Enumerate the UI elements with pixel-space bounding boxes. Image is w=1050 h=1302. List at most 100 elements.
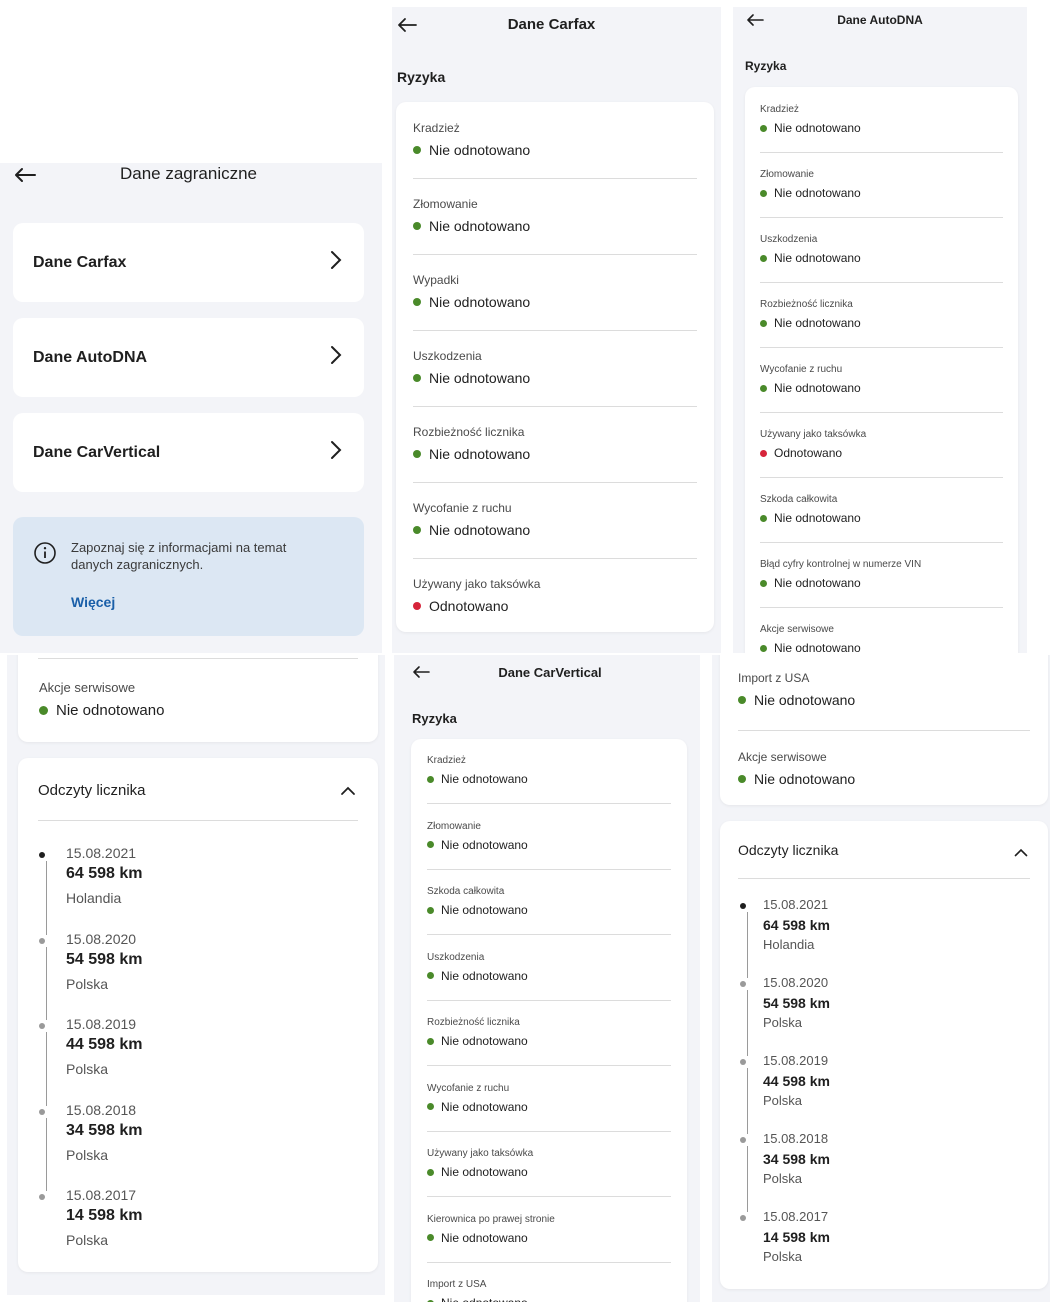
risk-value: Nie odnotowano [413, 142, 530, 158]
risk-value: Nie odnotowano [760, 316, 861, 330]
status-dot [413, 146, 421, 154]
chevron-up-icon[interactable] [1014, 844, 1028, 862]
status-dot [413, 450, 421, 458]
timeline-dot [740, 981, 746, 987]
risk-value-text: Nie odnotowano [774, 251, 861, 265]
nav-item-carvertical[interactable]: Dane CarVertical [13, 413, 364, 492]
risk-value-text: Nie odnotowano [774, 576, 861, 590]
divider [760, 542, 1003, 543]
chevron-up-icon[interactable] [340, 783, 356, 801]
divider [427, 1261, 671, 1263]
reading-date: 15.08.2018 [763, 1131, 829, 1146]
reading-date: 15.08.2019 [763, 1053, 829, 1068]
risk-value: Nie odnotowano [738, 771, 855, 787]
reading-date: 15.08.2020 [66, 930, 137, 947]
more-link[interactable]: Więcej [71, 594, 115, 610]
timeline-dot [39, 1194, 45, 1200]
risk-label: Wycofanie z ruchu [413, 501, 512, 515]
risk-value-text: Nie odnotowano [441, 1230, 528, 1245]
status-dot [760, 384, 767, 392]
risk-value-text: Nie odnotowano [441, 1034, 528, 1048]
risk-value: Nie odnotowano [427, 1296, 528, 1302]
status-dot [760, 644, 767, 652]
status-dot [413, 602, 421, 610]
back-arrow-icon[interactable] [14, 167, 36, 183]
reading-km: 64 598 km [66, 865, 143, 882]
risk-value-text: Nie odnotowano [429, 522, 531, 538]
risk-label: Import z USA [738, 671, 810, 685]
divider [427, 803, 671, 804]
reading-country: Holandia [763, 937, 815, 952]
status-dot [427, 775, 434, 783]
reading-km: 44 598 km [763, 1073, 830, 1089]
risk-value: Nie odnotowano [760, 511, 861, 525]
risk-value: Odnotowano [760, 446, 842, 460]
reading-km: 34 598 km [66, 1121, 143, 1139]
risk-label: Złomowanie [413, 197, 478, 211]
reading-km: 14 598 km [66, 1207, 143, 1224]
risk-value-text: Nie odnotowano [774, 381, 861, 395]
timeline-dot [39, 1023, 45, 1029]
reading-date: 15.08.2018 [66, 1101, 137, 1118]
reading-date: 15.08.2019 [66, 1016, 137, 1032]
risk-label: Wycofanie z ruchu [427, 1082, 510, 1094]
odometer-card: Odczyty licznika 15.08.2021 64 598 km Hola… [720, 821, 1048, 1289]
risk-label: Szkoda całkowita [427, 886, 505, 897]
section-title: Ryzyka [412, 711, 457, 726]
carvertical-screen: Dane CarVertical Ryzyka Kradzież Nie odno… [394, 655, 700, 1302]
timeline-line [747, 1068, 748, 1134]
carfax-bottom-screen: Akcje serwisowe Nie odnotowano Odczyty l… [7, 655, 385, 1295]
risk-value: Nie odnotowano [760, 576, 861, 590]
risk-label: Rozbieżność licznika [413, 425, 525, 439]
divider [427, 999, 671, 1001]
reading-km: 44 598 km [66, 1036, 143, 1053]
divider [427, 1130, 671, 1132]
risk-label: Akcje serwisowe [738, 750, 827, 764]
risk-card: Kradzież Nie odnotowano Złomowanie Nie odno… [396, 102, 714, 632]
risk-label: Złomowanie [427, 820, 481, 832]
risk-value-text: Nie odnotowano [774, 641, 861, 653]
risk-value-text: Nie odnotowano [56, 702, 165, 719]
divider [413, 558, 697, 559]
back-arrow-icon[interactable] [412, 665, 430, 679]
risk-card-tail: Akcje serwisowe Nie odnotowano [18, 655, 378, 742]
risk-label: Używany jako taksówka [760, 429, 867, 440]
status-dot [760, 449, 767, 457]
carvertical-bottom-screen: Import z USA Nie odnotowano Akcje serwisow… [712, 655, 1050, 1302]
foreign-header: Dane zagraniczne [7, 163, 382, 185]
reading-country: Holandia [66, 890, 122, 906]
back-arrow-icon[interactable] [746, 13, 764, 27]
timeline-dot [740, 903, 746, 909]
risk-value: Nie odnotowano [427, 1231, 528, 1245]
foreign-data-screen-bg: Dane zagraniczne Dane Carfax Dane AutoDN… [7, 163, 382, 653]
autodna-header: Dane AutoDNA [733, 11, 1027, 29]
status-dot [427, 1168, 434, 1176]
risk-value: Nie odnotowano [413, 446, 530, 462]
timeline-dot [740, 1215, 746, 1221]
risk-label: Uszkodzenia [427, 951, 485, 963]
timeline-dot [39, 1108, 45, 1115]
risk-value-text: Nie odnotowano [774, 316, 861, 330]
divider [760, 477, 1003, 478]
risk-value: Nie odnotowano [427, 1034, 528, 1048]
page-title: Dane Carfax [507, 15, 596, 33]
risk-value: Nie odnotowano [760, 251, 861, 265]
nav-item-carfax[interactable]: Dane Carfax [13, 223, 364, 302]
reading-date: 15.08.2017 [763, 1209, 829, 1224]
timeline-line [46, 946, 47, 1020]
page-title: Dane CarVertical [498, 664, 602, 680]
risk-value: Nie odnotowano [427, 969, 528, 983]
risk-value: Nie odnotowano [427, 1100, 528, 1114]
back-arrow-icon[interactable] [397, 17, 417, 33]
risk-label: Kierownica po prawej stronie [427, 1213, 555, 1225]
nav-item-autodna[interactable]: Dane AutoDNA [13, 318, 364, 397]
risk-label: Używany jako taksówka [413, 577, 541, 591]
reading-km: 34 598 km [763, 1151, 830, 1167]
reading-km: 14 598 km [763, 1229, 830, 1245]
risk-value-text: Nie odnotowano [754, 771, 856, 787]
reading-km: 54 598 km [66, 950, 143, 968]
risk-value: Nie odnotowano [738, 692, 855, 708]
risk-value-text: Nie odnotowano [441, 1296, 528, 1302]
reading-date: 15.08.2021 [763, 897, 829, 912]
timeline-line [747, 912, 748, 978]
